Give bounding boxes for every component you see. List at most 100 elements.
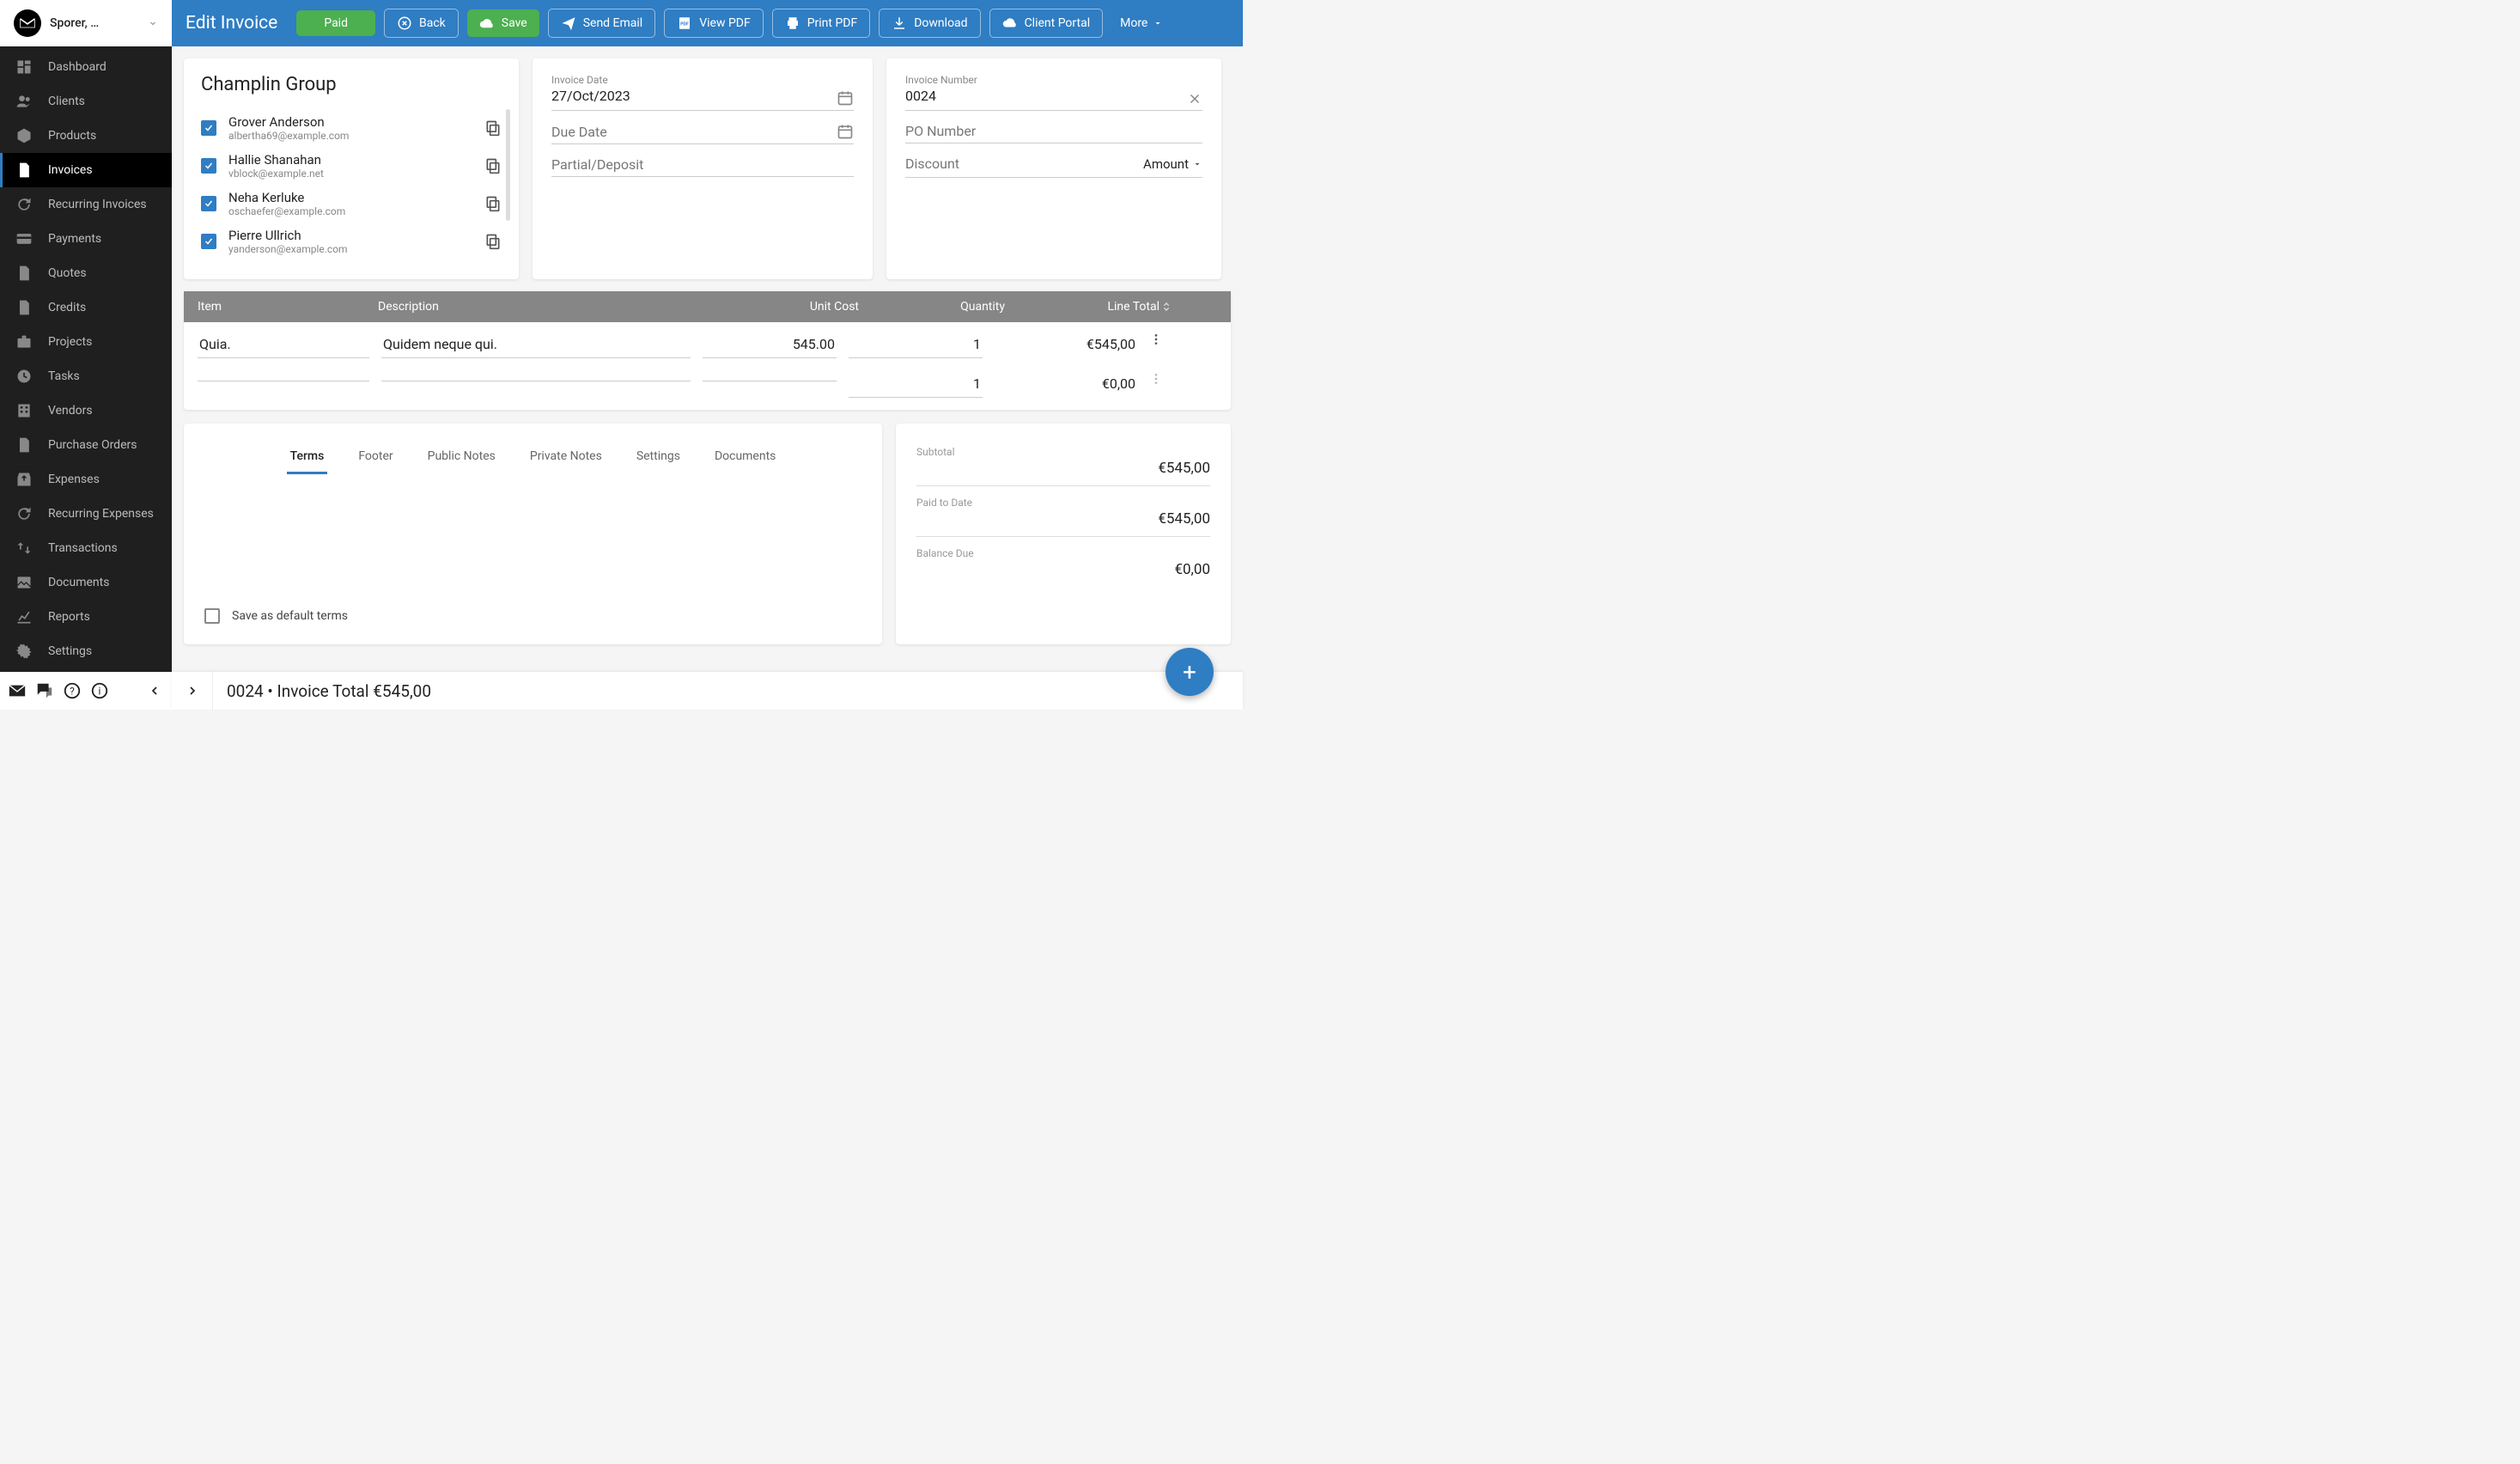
company-selector[interactable]: Sporer, …	[0, 0, 172, 46]
sidebar-item-transactions[interactable]: Transactions	[0, 531, 172, 565]
sidebar-item-payments[interactable]: Payments	[0, 222, 172, 256]
terms-textarea[interactable]	[204, 488, 861, 591]
nav-label: Payments	[48, 232, 101, 246]
svg-text:i: i	[99, 686, 101, 698]
company-name: Sporer, …	[50, 16, 148, 30]
save-default-checkbox[interactable]: Save as default terms	[204, 591, 861, 624]
invoice-number-field[interactable]: Invoice Number 0024	[905, 74, 1202, 111]
checkbox-checked-icon[interactable]	[201, 234, 216, 249]
sidebar-item-settings[interactable]: Settings	[0, 634, 172, 668]
contact-email: vblock@example.net	[228, 168, 484, 180]
sidebar-item-tasks[interactable]: Tasks	[0, 359, 172, 393]
contact-email: albertha69@example.com	[228, 130, 484, 142]
info-icon[interactable]: i	[89, 680, 110, 701]
due-date-field[interactable]: Due Date	[551, 123, 854, 144]
invoice-date-label: Invoice Date	[551, 74, 630, 86]
add-fab[interactable]: +	[1166, 648, 1214, 696]
sidebar-item-documents[interactable]: Documents	[0, 565, 172, 600]
client-portal-button[interactable]: Client Portal	[989, 9, 1104, 38]
sort-icon[interactable]	[1160, 300, 1194, 314]
tab-public-notes[interactable]: Public Notes	[424, 441, 499, 474]
copy-icon[interactable]	[484, 119, 502, 137]
tab-terms[interactable]: Terms	[287, 441, 328, 474]
sidebar-item-reports[interactable]: Reports	[0, 600, 172, 634]
back-label: Back	[419, 16, 446, 30]
nav-label: Recurring Invoices	[48, 198, 147, 211]
tab-private-notes[interactable]: Private Notes	[527, 441, 606, 474]
forum-icon[interactable]	[34, 680, 55, 701]
sidebar-item-expenses[interactable]: Expenses	[0, 462, 172, 497]
save-button[interactable]: Save	[467, 9, 539, 37]
send-icon	[561, 15, 576, 31]
print-pdf-button[interactable]: Print PDF	[772, 9, 871, 38]
discount-type-dropdown[interactable]: Amount	[1143, 156, 1202, 172]
item-qty-input[interactable]: 1	[849, 372, 983, 398]
print-pdf-label: Print PDF	[807, 16, 858, 30]
item-actions-icon[interactable]	[1149, 372, 1175, 386]
item-name-input[interactable]	[198, 372, 369, 381]
item-name-input[interactable]: Quia.	[198, 332, 369, 358]
mail-icon[interactable]	[7, 680, 27, 701]
back-button[interactable]: Back	[384, 9, 459, 38]
sidebar-item-clients[interactable]: Clients	[0, 84, 172, 119]
paid-button[interactable]: Paid	[296, 10, 375, 36]
download-button[interactable]: Download	[879, 9, 980, 38]
nav-label: Tasks	[48, 369, 80, 383]
view-pdf-button[interactable]: PDF View PDF	[664, 9, 764, 38]
discount-type-label: Amount	[1143, 156, 1189, 172]
nav-label: Invoices	[48, 163, 93, 177]
sidebar-item-projects[interactable]: Projects	[0, 325, 172, 359]
sidebar-item-recurring-expenses[interactable]: Recurring Expenses	[0, 497, 172, 531]
sidebar-item-invoices[interactable]: Invoices	[0, 153, 172, 187]
nav-label: Documents	[48, 576, 109, 589]
nav-label: Purchase Orders	[48, 438, 137, 452]
discount-field[interactable]: Discount Amount	[905, 156, 1202, 178]
sidebar-item-recurring-invoices[interactable]: Recurring Invoices	[0, 187, 172, 222]
sidebar-item-quotes[interactable]: Quotes	[0, 256, 172, 290]
sidebar-item-purchase-orders[interactable]: Purchase Orders	[0, 428, 172, 462]
checkbox-checked-icon[interactable]	[201, 120, 216, 136]
collapse-sidebar-icon[interactable]	[144, 680, 165, 701]
item-desc-input[interactable]: Quidem neque qui.	[381, 332, 691, 358]
swap-icon	[15, 540, 33, 557]
item-unit-input[interactable]: 545.00	[703, 332, 837, 358]
items-header-row: Item Description Unit Cost Quantity Line…	[184, 291, 1231, 322]
sidebar-item-vendors[interactable]: Vendors	[0, 393, 172, 428]
sidebar-item-credits[interactable]: Credits	[0, 290, 172, 325]
copy-icon[interactable]	[484, 195, 502, 212]
clear-icon[interactable]	[1187, 91, 1202, 107]
help-icon[interactable]: ?	[62, 680, 82, 701]
po-number-field[interactable]: PO Number	[905, 123, 1202, 143]
contact-row: Hallie Shanahan vblock@example.net	[201, 147, 502, 185]
clock-icon	[15, 368, 33, 385]
item-qty-input[interactable]: 1	[849, 332, 983, 358]
invoice-date-field[interactable]: Invoice Date 27/Oct/2023	[551, 74, 854, 111]
item-actions-icon[interactable]	[1149, 332, 1175, 346]
client-name[interactable]: Champlin Group	[201, 74, 502, 95]
partial-field[interactable]: Partial/Deposit	[551, 156, 854, 177]
checkbox-checked-icon[interactable]	[201, 158, 216, 174]
tab-settings[interactable]: Settings	[633, 441, 684, 474]
copy-icon[interactable]	[484, 157, 502, 174]
send-email-button[interactable]: Send Email	[548, 9, 656, 38]
tab-documents[interactable]: Documents	[711, 441, 779, 474]
sidebar-item-dashboard[interactable]: Dashboard	[0, 50, 172, 84]
tab-footer[interactable]: Footer	[355, 441, 396, 474]
contact-name: Grover Anderson	[228, 114, 484, 130]
item-unit-input[interactable]	[703, 372, 837, 381]
logo-icon	[14, 9, 41, 37]
sidebar-item-products[interactable]: Products	[0, 119, 172, 153]
total-row: Subtotal€545,00	[916, 441, 1210, 486]
file-icon	[15, 162, 33, 179]
total-value: €0,00	[916, 561, 1210, 578]
more-dropdown[interactable]: More	[1111, 11, 1172, 35]
history-forward-button[interactable]	[172, 672, 213, 710]
copy-icon[interactable]	[484, 233, 502, 250]
invoice-number-label: Invoice Number	[905, 74, 977, 86]
nav-label: Clients	[48, 95, 85, 108]
checkbox-checked-icon[interactable]	[201, 196, 216, 211]
refresh-icon	[15, 505, 33, 522]
item-desc-input[interactable]	[381, 372, 691, 381]
col-description: Description	[378, 300, 713, 314]
tabs: Terms Footer Public Notes Private Notes Sett…	[204, 441, 861, 474]
